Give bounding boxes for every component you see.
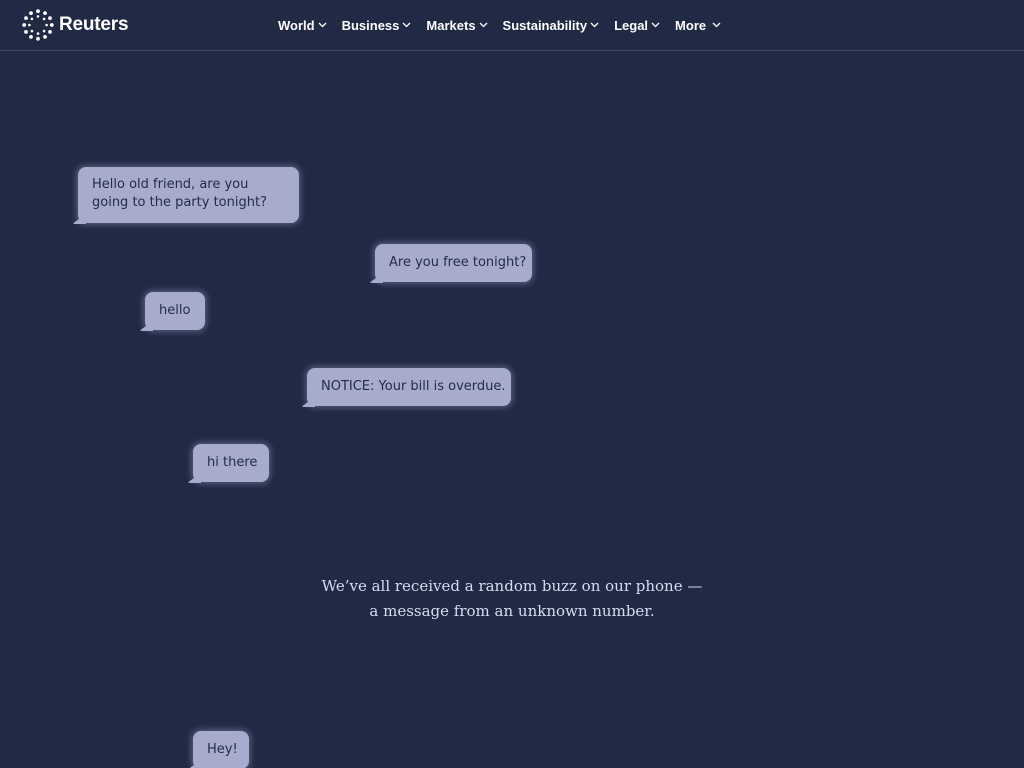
reuters-logo-link[interactable]: Reuters [22, 9, 129, 41]
nav-item-label: Business [341, 17, 400, 33]
reuters-logo-icon [22, 9, 54, 41]
message-bubble: hi there [193, 444, 269, 482]
nav-item-business[interactable]: Business [342, 18, 412, 33]
chevron-down-icon [590, 22, 599, 28]
chevron-down-icon [651, 22, 660, 28]
nav-item-label: Markets [426, 17, 476, 33]
top-navigation-bar: Reuters World Business Markets Sustainab… [0, 0, 1024, 51]
nav-item-label: More [675, 17, 707, 33]
nav-item-label: World [278, 17, 315, 33]
nav-item-sustainability[interactable]: Sustainability [503, 18, 600, 33]
message-bubble: Hey! [193, 731, 249, 768]
intro-line: We’ve all received a random buzz on our … [321, 577, 703, 595]
page: Reuters World Business Markets Sustainab… [0, 0, 1024, 768]
message-bubble: hello [145, 292, 205, 330]
chevron-down-icon [712, 22, 721, 28]
nav-item-label: Legal [614, 17, 649, 33]
nav-item-world[interactable]: World [278, 18, 327, 33]
chevron-down-icon [318, 22, 327, 28]
message-bubble: NOTICE: Your bill is overdue. [307, 368, 511, 406]
intro-line: a message from an unknown number. [369, 602, 655, 620]
nav-item-markets[interactable]: Markets [426, 17, 488, 33]
brand-name: Reuters [59, 14, 129, 35]
nav-item-label: Sustainability [502, 17, 588, 33]
nav-item-more[interactable]: More [675, 18, 721, 33]
nav-item-legal[interactable]: Legal [614, 18, 660, 33]
main-nav: World Business Markets Sustainability Le… [278, 0, 721, 50]
chevron-down-icon [479, 22, 488, 28]
chevron-down-icon [402, 22, 411, 28]
message-bubble: Hello old friend, are you going to the p… [78, 167, 299, 223]
message-bubble: Are you free tonight? [375, 244, 532, 282]
intro-text: We’ve all received a random buzz on our … [262, 574, 762, 624]
